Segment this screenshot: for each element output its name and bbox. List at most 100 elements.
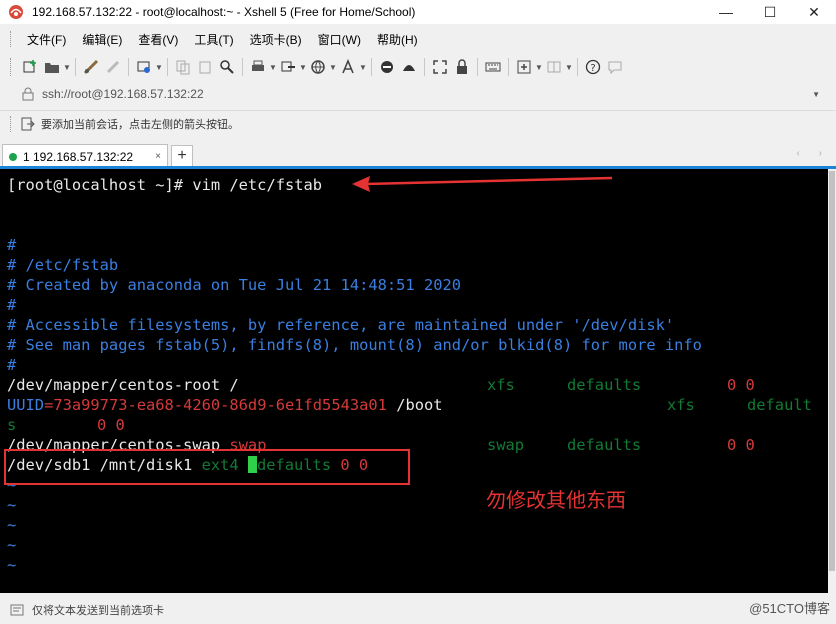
window-controls: — ☐ ✕ xyxy=(704,0,836,24)
vim-empty-line: ~ xyxy=(7,496,17,514)
scrollbar-thumb[interactable] xyxy=(829,171,835,571)
paste-icon[interactable] xyxy=(194,56,216,78)
vim-empty-line: ~ xyxy=(7,516,17,534)
fstab-root-nums: 0 0 xyxy=(727,376,755,394)
properties-icon[interactable] xyxy=(133,56,155,78)
menu-file[interactable]: 文件(F) xyxy=(21,31,72,48)
address-bar[interactable]: ssh://root@192.168.57.132:22 ▼ xyxy=(12,84,826,104)
new-tab-button[interactable]: + xyxy=(171,145,193,167)
terminal-comment-line: # Created by anaconda on Tue Jul 21 14:4… xyxy=(7,276,462,294)
fstab-uuid-opts: default xyxy=(747,396,812,414)
open-folder-icon[interactable] xyxy=(41,56,63,78)
menu-tabs[interactable]: 选项卡(B) xyxy=(244,31,308,48)
fstab-root-fs: xfs xyxy=(487,376,515,394)
keyboard-icon[interactable] xyxy=(482,56,504,78)
maximize-button[interactable]: ☐ xyxy=(748,0,792,24)
terminal-comment-line: # xyxy=(7,296,17,314)
help-icon[interactable]: ? xyxy=(582,56,604,78)
connect-icon[interactable] xyxy=(80,56,102,78)
copy-icon[interactable] xyxy=(172,56,194,78)
xftp-icon[interactable] xyxy=(398,56,420,78)
toolbar-separator xyxy=(577,58,578,76)
toolbar-separator xyxy=(242,58,243,76)
toolbar-separator xyxy=(477,58,478,76)
status-bar: 仅将文本发送到当前选项卡 xyxy=(0,596,836,624)
toolbar-separator xyxy=(167,58,168,76)
xshell-app-icon xyxy=(9,5,23,19)
session-tab[interactable]: 1 192.168.57.132:22 × xyxy=(2,144,168,168)
menu-tools[interactable]: 工具(T) xyxy=(188,31,239,48)
connected-status-icon xyxy=(9,152,17,161)
fstab-swap-fs: swap xyxy=(487,436,525,454)
uuid-mount: /boot xyxy=(386,396,443,414)
xshell-logo-icon[interactable] xyxy=(376,56,398,78)
add-session-arrow-icon[interactable] xyxy=(21,117,35,131)
terminal-comment-line: # xyxy=(7,236,17,254)
session-tab-label: 1 192.168.57.132:22 xyxy=(23,149,134,164)
hint-grip[interactable] xyxy=(10,115,13,132)
print-icon[interactable] xyxy=(247,56,269,78)
fstab-root-opts: defaults xyxy=(567,376,642,394)
properties-dropdown-icon[interactable]: ▼ xyxy=(155,63,163,72)
uuid-key: UUID xyxy=(7,396,45,414)
terminal-comment-line: # xyxy=(7,356,17,374)
minimize-button[interactable]: — xyxy=(704,0,748,24)
menu-window[interactable]: 窗口(W) xyxy=(312,31,367,48)
window-title: 192.168.57.132:22 - root@localhost:~ - X… xyxy=(32,5,416,19)
find-icon[interactable] xyxy=(216,56,238,78)
font-icon[interactable] xyxy=(337,56,359,78)
layout-icon[interactable] xyxy=(543,56,565,78)
transfer-icon[interactable] xyxy=(277,56,299,78)
terminal-comment-line: # See man pages fstab(5), findfs(8), mou… xyxy=(7,336,702,354)
fullscreen-icon[interactable] xyxy=(429,56,451,78)
close-button[interactable]: ✕ xyxy=(792,0,836,24)
print-dropdown-icon[interactable]: ▼ xyxy=(269,63,277,72)
uuid-value: =73a99773-ea68-4260-86d9-6e1fd5543a01 xyxy=(44,396,387,414)
tab-bar: 1 192.168.57.132:22 × + ‹ › xyxy=(0,142,836,168)
terminal-comment-line: # Accessible filesystems, by reference, … xyxy=(7,316,675,334)
terminal-prompt-line: [root@localhost ~]# vim /etc/fstab xyxy=(7,176,323,194)
vim-empty-line: ~ xyxy=(7,536,17,554)
send-text-icon[interactable] xyxy=(10,604,24,616)
terminal-area[interactable]: [root@localhost ~]# vim /etc/fstab # # /… xyxy=(0,169,828,593)
toolbar-separator xyxy=(371,58,372,76)
status-text: 仅将文本发送到当前选项卡 xyxy=(32,605,164,617)
toolbar-grip[interactable] xyxy=(10,58,13,76)
annotation-highlight-box xyxy=(4,449,410,485)
open-dropdown-icon[interactable]: ▼ xyxy=(63,63,71,72)
title-bar[interactable]: 192.168.57.132:22 - root@localhost:~ - X… xyxy=(0,0,836,24)
fstab-uuid-nums: 0 0 xyxy=(97,416,125,434)
transfer-dropdown-icon[interactable]: ▼ xyxy=(299,63,307,72)
layout-dropdown-icon[interactable]: ▼ xyxy=(565,63,573,72)
new-tab-icon[interactable] xyxy=(513,56,535,78)
font-dropdown-icon[interactable]: ▼ xyxy=(359,63,367,72)
hint-text: 要添加当前会话，点击左侧的箭头按钮。 xyxy=(41,118,239,131)
menu-view[interactable]: 查看(V) xyxy=(132,31,184,48)
terminal-scrollbar[interactable] xyxy=(828,169,836,593)
menu-help[interactable]: 帮助(H) xyxy=(371,31,424,48)
tab-close-icon[interactable]: × xyxy=(155,151,161,162)
tab-nav-arrows[interactable]: ‹ › xyxy=(797,148,830,159)
terminal-comment-line: # /etc/fstab xyxy=(7,256,119,274)
disconnect-icon[interactable] xyxy=(102,56,124,78)
fstab-uuid-fs: xfs xyxy=(667,396,695,414)
fstab-swap-nums: 0 0 xyxy=(727,436,755,454)
menu-grip[interactable] xyxy=(10,31,13,47)
toolbar-separator xyxy=(424,58,425,76)
new-session-icon[interactable] xyxy=(19,56,41,78)
menu-edit[interactable]: 编辑(E) xyxy=(76,31,128,48)
svg-text:?: ? xyxy=(590,63,595,74)
lock-icon[interactable] xyxy=(451,56,473,78)
hint-bar: 要添加当前会话，点击左侧的箭头按钮。 xyxy=(0,110,836,136)
globe-icon[interactable] xyxy=(307,56,329,78)
fstab-root-device: /dev/mapper/centos-root / xyxy=(7,376,239,394)
address-dropdown-icon[interactable]: ▼ xyxy=(812,90,820,99)
xshell-window: 192.168.57.132:22 - root@localhost:~ - X… xyxy=(0,0,836,624)
address-text: ssh://root@192.168.57.132:22 xyxy=(42,87,204,101)
fstab-uuid-wrap: s xyxy=(7,416,17,434)
globe-dropdown-icon[interactable]: ▼ xyxy=(329,63,337,72)
watermark: @51CTO博客 xyxy=(749,601,830,616)
new-tab-dropdown-icon[interactable]: ▼ xyxy=(535,63,543,72)
vim-empty-line: ~ xyxy=(7,556,17,574)
chat-icon[interactable] xyxy=(604,56,626,78)
